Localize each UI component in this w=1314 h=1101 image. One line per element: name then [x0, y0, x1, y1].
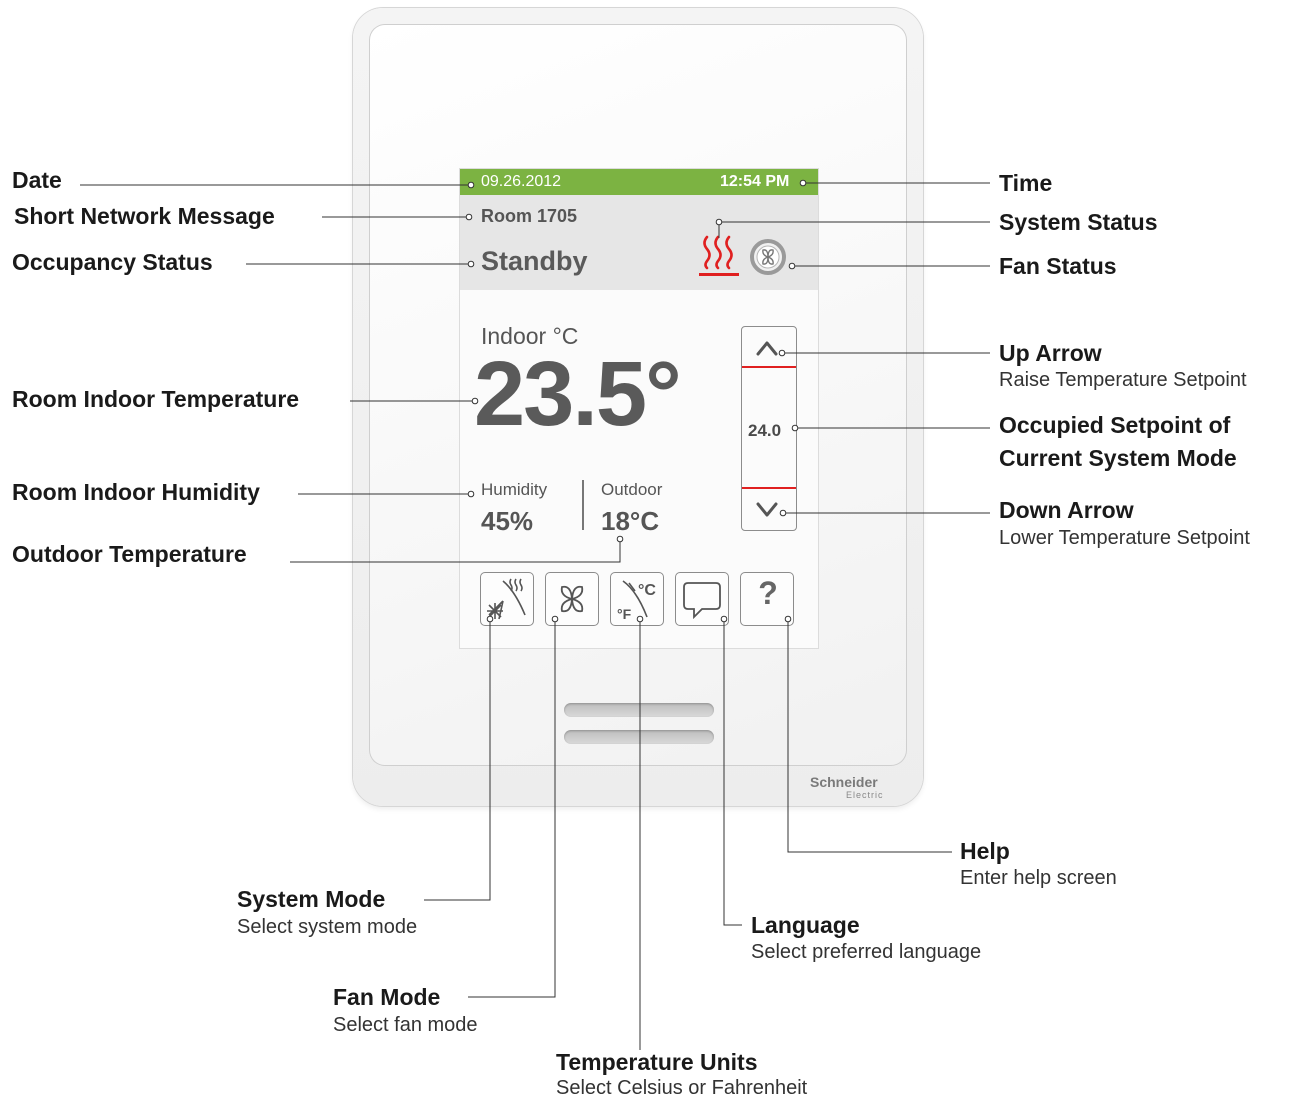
label-occupancy: Occupancy Status [12, 249, 213, 275]
label-indoor-humidity: Room Indoor Humidity [12, 479, 260, 505]
label-down-arrow: Down Arrow [999, 497, 1134, 523]
label-setpoint-line1: Occupied Setpoint of [999, 412, 1231, 438]
label-up-arrow: Up Arrow [999, 340, 1102, 366]
label-temp-units-sub: Select Celsius or Fahrenheit [556, 1077, 808, 1099]
label-up-arrow-sub: Raise Temperature Setpoint [999, 369, 1247, 391]
label-fan-mode-sub: Select fan mode [333, 1014, 478, 1036]
label-down-arrow-sub: Lower Temperature Setpoint [999, 527, 1250, 549]
label-time: Time [999, 170, 1053, 196]
label-network-message: Short Network Message [14, 203, 275, 229]
label-help-sub: Enter help screen [960, 867, 1117, 889]
label-fan-status: Fan Status [999, 253, 1117, 279]
label-language-sub: Select preferred language [751, 941, 982, 963]
label-language: Language [751, 912, 860, 938]
label-outdoor-temp: Outdoor Temperature [12, 541, 247, 567]
label-system-mode: System Mode [237, 886, 386, 912]
label-date: Date [12, 167, 62, 193]
label-help: Help [960, 838, 1010, 864]
label-indoor-temp: Room Indoor Temperature [12, 386, 300, 412]
label-system-status: System Status [999, 209, 1158, 235]
label-system-mode-sub: Select system mode [237, 916, 418, 938]
label-fan-mode: Fan Mode [333, 984, 441, 1010]
label-temp-units: Temperature Units [556, 1049, 758, 1075]
label-setpoint-line2: Current System Mode [999, 445, 1237, 471]
